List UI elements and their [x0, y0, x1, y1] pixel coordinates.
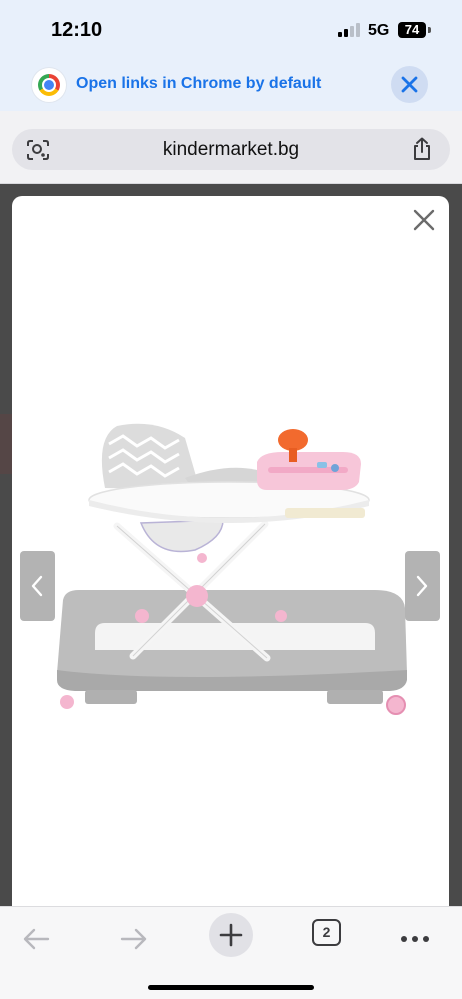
home-indicator — [148, 985, 314, 990]
back-arrow-icon — [23, 928, 50, 950]
address-bar[interactable]: kindermarket.bg — [12, 129, 450, 170]
open-in-chrome-banner[interactable]: Open links in Chrome by default — [0, 58, 462, 111]
forward-arrow-icon — [120, 928, 147, 950]
address-area: kindermarket.bg — [0, 111, 462, 184]
close-icon — [413, 209, 435, 231]
tab-switcher-button[interactable]: 2 — [312, 919, 341, 946]
status-time: 12:10 — [51, 19, 103, 41]
new-tab-button[interactable] — [209, 913, 253, 957]
close-icon — [401, 76, 418, 93]
forward-button[interactable] — [114, 919, 154, 959]
status-bar: 12:10 5G 74 — [0, 0, 462, 58]
more-button[interactable] — [396, 919, 436, 959]
chrome-icon — [32, 68, 66, 102]
banner-link[interactable]: Open links in Chrome by default — [76, 75, 321, 93]
share-icon[interactable] — [411, 137, 433, 161]
battery-icon: 74 — [398, 22, 426, 38]
banner-close-button[interactable] — [391, 66, 428, 103]
prev-image-button[interactable] — [20, 551, 55, 621]
battery-tip — [428, 27, 431, 33]
next-image-button[interactable] — [405, 551, 440, 621]
plus-icon — [219, 923, 243, 947]
image-lightbox — [12, 196, 449, 912]
lightbox-close-button[interactable] — [412, 208, 436, 232]
more-icon — [401, 936, 429, 942]
chevron-left-icon — [31, 575, 43, 597]
back-button[interactable] — [18, 919, 58, 959]
signal-icon — [338, 23, 360, 37]
baby-walker-product-image — [57, 423, 407, 715]
network-type: 5G — [368, 22, 390, 39]
chevron-right-icon — [416, 575, 428, 597]
url-text[interactable]: kindermarket.bg — [12, 139, 450, 161]
